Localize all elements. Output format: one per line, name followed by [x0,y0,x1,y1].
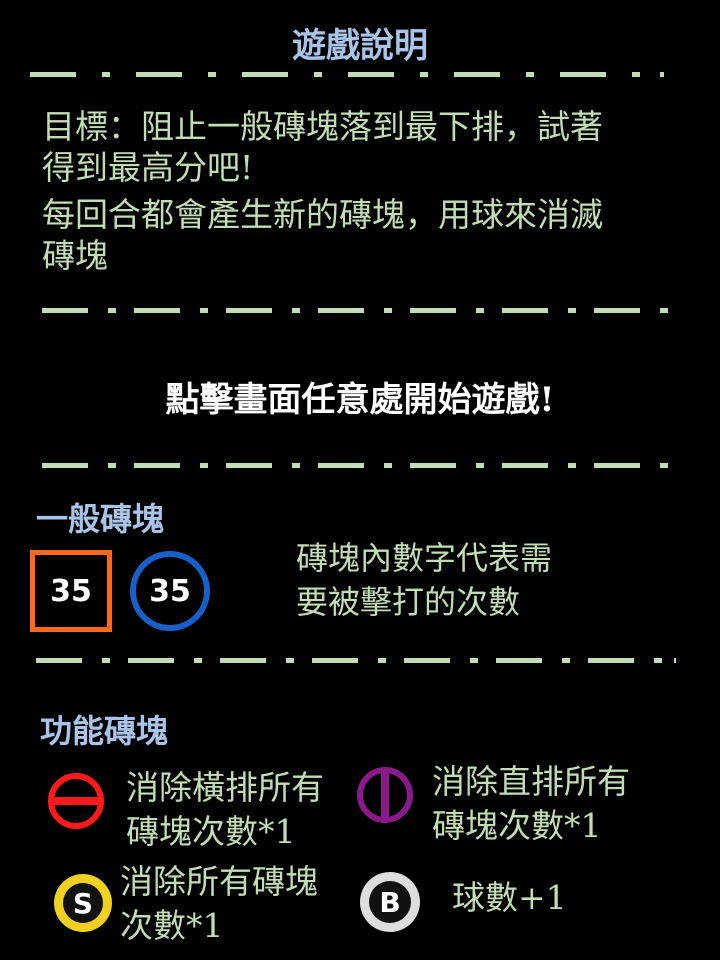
feature-line: 次數*1 [120,906,224,945]
square-block: 35 [30,550,112,632]
normal-blocks-heading: 一般磚塊 [36,500,165,538]
square-block-value: 35 [50,573,92,609]
goal-text: 目標：阻止一般磚塊落到最下排，試著 得到最高分吧! 每回合都會產生新的磚塊，用球… [42,106,682,276]
divider [42,308,682,314]
ball-plus-glyph: B [379,886,400,919]
all-clear-glyph: S [73,887,93,920]
divider [36,658,676,664]
goal-line: 目標：阻止一般磚塊落到最下排，試著 [42,107,603,146]
all-clear-icon: S [52,872,114,934]
goal-line: 得到最高分吧! [42,148,254,187]
divider [30,72,670,78]
vertical-clear-description: 消除直排所有 磚塊次數*1 [432,760,630,848]
feature-line: 磚塊次數*1 [432,806,602,845]
normal-blocks-description: 磚塊內數字代表需 要被擊打的次數 [296,536,552,624]
all-clear-description: 消除所有磚塊 次數*1 [120,860,318,948]
goal-line: 磚塊 [42,236,108,275]
page-title: 遊戲說明 [292,26,428,66]
feature-line: 磚塊次數*1 [126,812,296,851]
horizontal-clear-description: 消除橫排所有 磚塊次數*1 [126,766,324,854]
description-line: 要被擊打的次數 [296,583,521,621]
ball-plus-description: 球數+1 [452,876,567,920]
circle-block-value: 35 [149,573,191,609]
circle-block: 35 [130,551,210,631]
feature-line: 球數+1 [452,878,567,917]
feature-line: 消除橫排所有 [126,768,324,807]
feature-line: 消除所有磚塊 [120,862,318,901]
goal-line: 每回合都會產生新的磚塊，用球來消滅 [42,195,603,234]
functional-blocks-heading: 功能磚塊 [40,712,169,750]
vertical-clear-icon [356,766,414,824]
description-line: 磚塊內數字代表需 [296,539,553,577]
start-prompt[interactable]: 點擊畫面任意處開始遊戲! [0,372,720,421]
horizontal-clear-icon [47,772,105,830]
ball-plus-icon: B [358,870,422,934]
divider [42,463,682,469]
feature-line: 消除直排所有 [432,762,630,801]
